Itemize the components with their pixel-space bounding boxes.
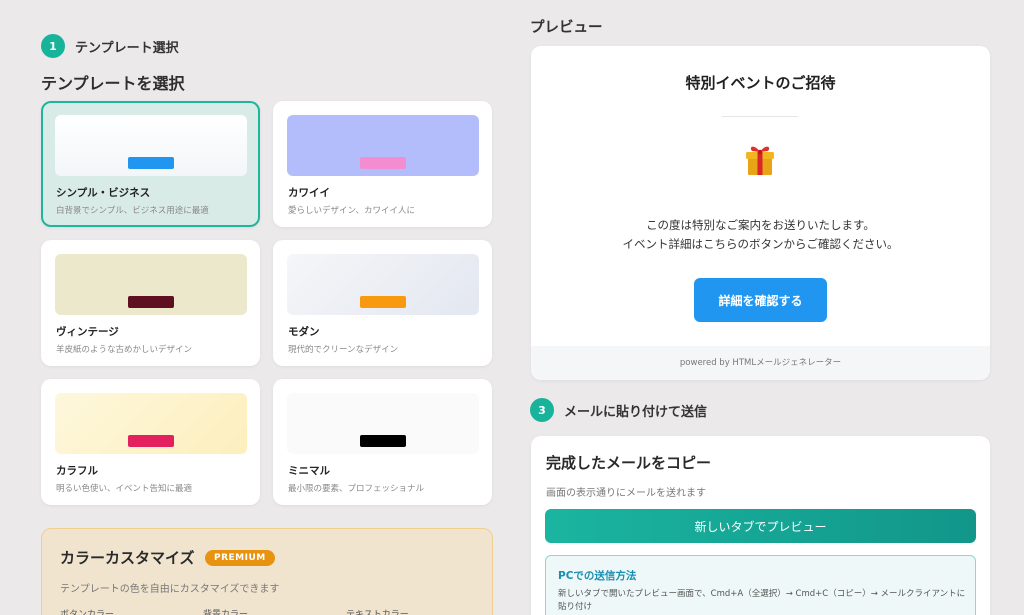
copy-email-title: 完成したメールをコピー [546, 454, 712, 472]
confirm-details-button[interactable]: 詳細を確認する [694, 278, 827, 322]
pc-send-instructions: PCでの送信方法 新しいタブで開いたプレビュー画面で、Cmd+A（全選択）→ C… [545, 555, 976, 615]
template-card-colorful[interactable]: カラフル 明るい色使い、イベント告知に最適 [41, 379, 260, 505]
template-thumbnail [287, 115, 479, 176]
open-preview-new-tab-button[interactable]: 新しいタブでプレビュー [545, 509, 976, 543]
template-description: 白背景でシンプル、ビジネス用途に最適 [56, 206, 209, 216]
template-thumbnail [55, 393, 247, 454]
template-button-swatch [128, 435, 174, 447]
step-3-header: 3 メールに貼り付けて送信 [530, 398, 707, 422]
template-thumbnail [55, 254, 247, 315]
template-button-swatch [360, 296, 406, 308]
copy-email-card: 完成したメールをコピー 画面の表示通りにメールを送れます 新しいタブでプレビュー… [531, 436, 990, 615]
template-name: カワイイ [288, 187, 330, 199]
step-1-header: 1 テンプレート選択 [41, 34, 179, 58]
step-label: テンプレート選択 [75, 40, 179, 56]
template-card-simple-business[interactable]: シンプル・ビジネス 白背景でシンプル、ビジネス用途に最適 [41, 101, 260, 227]
template-description: 最小限の要素、プロフェッショナル [288, 484, 425, 494]
email-body: この度は特別なご案内をお送りいたします。 イベント詳細はこちらのボタンからご確認… [531, 216, 990, 254]
step-number-badge: 1 [41, 34, 65, 58]
divider [722, 116, 798, 117]
email-title: 特別イベントのご招待 [685, 74, 836, 92]
template-card-kawaii[interactable]: カワイイ 愛らしいデザイン、カワイイ人に [273, 101, 492, 227]
premium-badge: PREMIUM [205, 550, 275, 566]
template-thumbnail [287, 254, 479, 315]
template-button-swatch [360, 157, 406, 169]
template-name: シンプル・ビジネス [56, 187, 151, 199]
button-color-label: ボタンカラー [60, 610, 115, 615]
instructions-text: 新しいタブで開いたプレビュー画面で、Cmd+A（全選択）→ Cmd+C（コピー）… [558, 589, 966, 612]
template-description: 現代的でクリーンなデザイン [288, 345, 399, 355]
template-name: カラフル [56, 465, 98, 477]
email-body-line: イベント詳細はこちらのボタンからご確認ください。 [622, 237, 899, 251]
template-description: 愛らしいデザイン、カワイイ人に [288, 206, 415, 216]
email-body-line: この度は特別なご案内をお送りいたします。 [646, 218, 875, 232]
step-label: メールに貼り付けて送信 [564, 404, 708, 420]
template-thumbnail [287, 393, 479, 454]
template-name: ヴィンテージ [56, 326, 119, 338]
template-button-swatch [128, 296, 174, 308]
color-customize-card: カラーカスタマイズ PREMIUM テンプレートの色を自由にカスタマイズできます… [41, 528, 493, 615]
color-customize-description: テンプレートの色を自由にカスタマイズできます [60, 584, 280, 595]
template-card-minimal[interactable]: ミニマル 最小限の要素、プロフェッショナル [273, 379, 492, 505]
text-color-label: テキストカラー [346, 610, 409, 615]
template-button-swatch [128, 157, 174, 169]
template-description: 明るい色使い、イベント告知に最適 [56, 484, 193, 494]
powered-by-footer: powered by HTMLメールジェネレーター [531, 346, 990, 380]
color-customize-title: カラーカスタマイズ [60, 549, 195, 567]
step-number-badge: 3 [530, 398, 554, 422]
template-name: モダン [288, 326, 320, 338]
template-description: 羊皮紙のような古めかしいデザイン [56, 345, 193, 355]
template-card-vintage[interactable]: ヴィンテージ 羊皮紙のような古めかしいデザイン [41, 240, 260, 366]
preview-heading: プレビュー [530, 20, 603, 36]
instructions-title: PCでの送信方法 [558, 570, 637, 582]
email-preview-card: 特別イベントのご招待 この度は特別なご案内をお送りいたします。 イベント詳細はこ… [531, 46, 990, 380]
template-card-modern[interactable]: モダン 現代的でクリーンなデザイン [273, 240, 492, 366]
gift-icon [741, 140, 779, 178]
copy-email-subtitle: 画面の表示通りにメールを送れます [546, 488, 706, 499]
template-button-swatch [360, 435, 406, 447]
section-title: テンプレートを選択 [41, 74, 185, 93]
background-color-label: 背景カラー [203, 610, 249, 615]
template-thumbnail [55, 115, 247, 176]
template-name: ミニマル [288, 465, 330, 477]
